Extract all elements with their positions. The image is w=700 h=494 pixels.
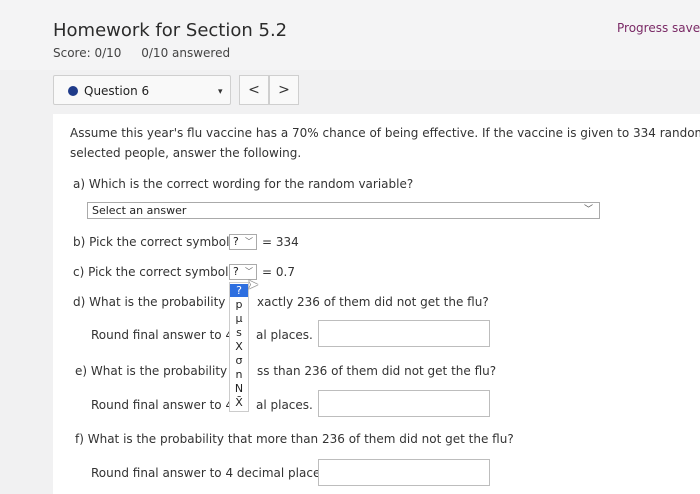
symbol-option[interactable]: X [230, 340, 248, 353]
answered-count: 0/10 answered [141, 46, 231, 60]
chevron-down-icon: ﹀ [583, 205, 593, 215]
question-c-value: = 0.7 [262, 265, 295, 279]
score-line: Score: 0/10 0/10 answered [53, 46, 230, 60]
symbol-select-b[interactable]: ? ﹀ [229, 234, 257, 250]
answer-input-f[interactable] [318, 459, 490, 486]
status-dot-icon [68, 86, 78, 96]
mouse-cursor-icon: ➤ [247, 277, 259, 293]
problem-intro-line2: selected people, answer the following. [70, 146, 302, 160]
problem-intro-line1: Assume this year's flu vaccine has a 70%… [70, 126, 700, 140]
chevron-down-icon: ﹀ [245, 237, 253, 246]
symbol-option[interactable]: σ [230, 354, 248, 367]
question-selector[interactable]: Question 6 ▾ [53, 75, 231, 105]
progress-status: Progress saved [617, 21, 700, 35]
previous-question-button[interactable]: < [239, 75, 269, 105]
random-variable-select[interactable]: Select an answer ﹀ [87, 202, 600, 219]
symbol-select-b-value: ? [233, 235, 239, 248]
symbol-select-c-value: ? [233, 265, 239, 278]
random-variable-select-value: Select an answer [92, 204, 187, 217]
question-a: a) Which is the correct wording for the … [73, 177, 414, 191]
question-d-round-end: al places. [256, 328, 313, 342]
question-label: Question 6 [84, 84, 150, 98]
symbol-option[interactable]: n [230, 368, 248, 381]
question-b: b) Pick the correct symbol: [73, 235, 234, 249]
symbol-option[interactable]: s [230, 326, 248, 339]
symbol-dropdown-list[interactable]: ? p μ s X σ n N X̄ [229, 282, 249, 412]
header-bar: Homework for Section 5.2 Score: 0/10 0/1… [0, 0, 700, 70]
answer-input-e[interactable] [318, 390, 490, 417]
answer-input-d[interactable] [318, 320, 490, 347]
question-f-round: Round final answer to 4 decimal places. [91, 466, 331, 480]
symbol-option[interactable]: X̄ [230, 396, 248, 409]
question-e-end: ss than 236 of them did not get the flu? [257, 364, 497, 378]
symbol-option[interactable]: ? [230, 284, 248, 297]
symbol-option[interactable]: p [230, 298, 248, 311]
question-b-value: = 334 [262, 235, 299, 249]
question-d-round-start: Round final answer to 4 d [91, 328, 245, 342]
question-e-start: e) What is the probability t [75, 364, 236, 378]
chevron-down-icon: ▾ [218, 87, 223, 97]
symbol-option[interactable]: μ [230, 312, 248, 325]
question-d-start: d) What is the probability t [73, 295, 234, 309]
question-e-round-start: Round final answer to 4 d [91, 398, 245, 412]
question-e-round-end: al places. [256, 398, 313, 412]
score-text: Score: 0/10 [53, 46, 122, 60]
page-title: Homework for Section 5.2 [53, 20, 288, 41]
question-f: f) What is the probability that more tha… [75, 432, 514, 446]
symbol-option[interactable]: N [230, 382, 248, 395]
question-d-end: xactly 236 of them did not get the flu? [257, 295, 489, 309]
next-question-button[interactable]: > [269, 75, 299, 105]
question-c: c) Pick the correct symbol: [73, 265, 233, 279]
